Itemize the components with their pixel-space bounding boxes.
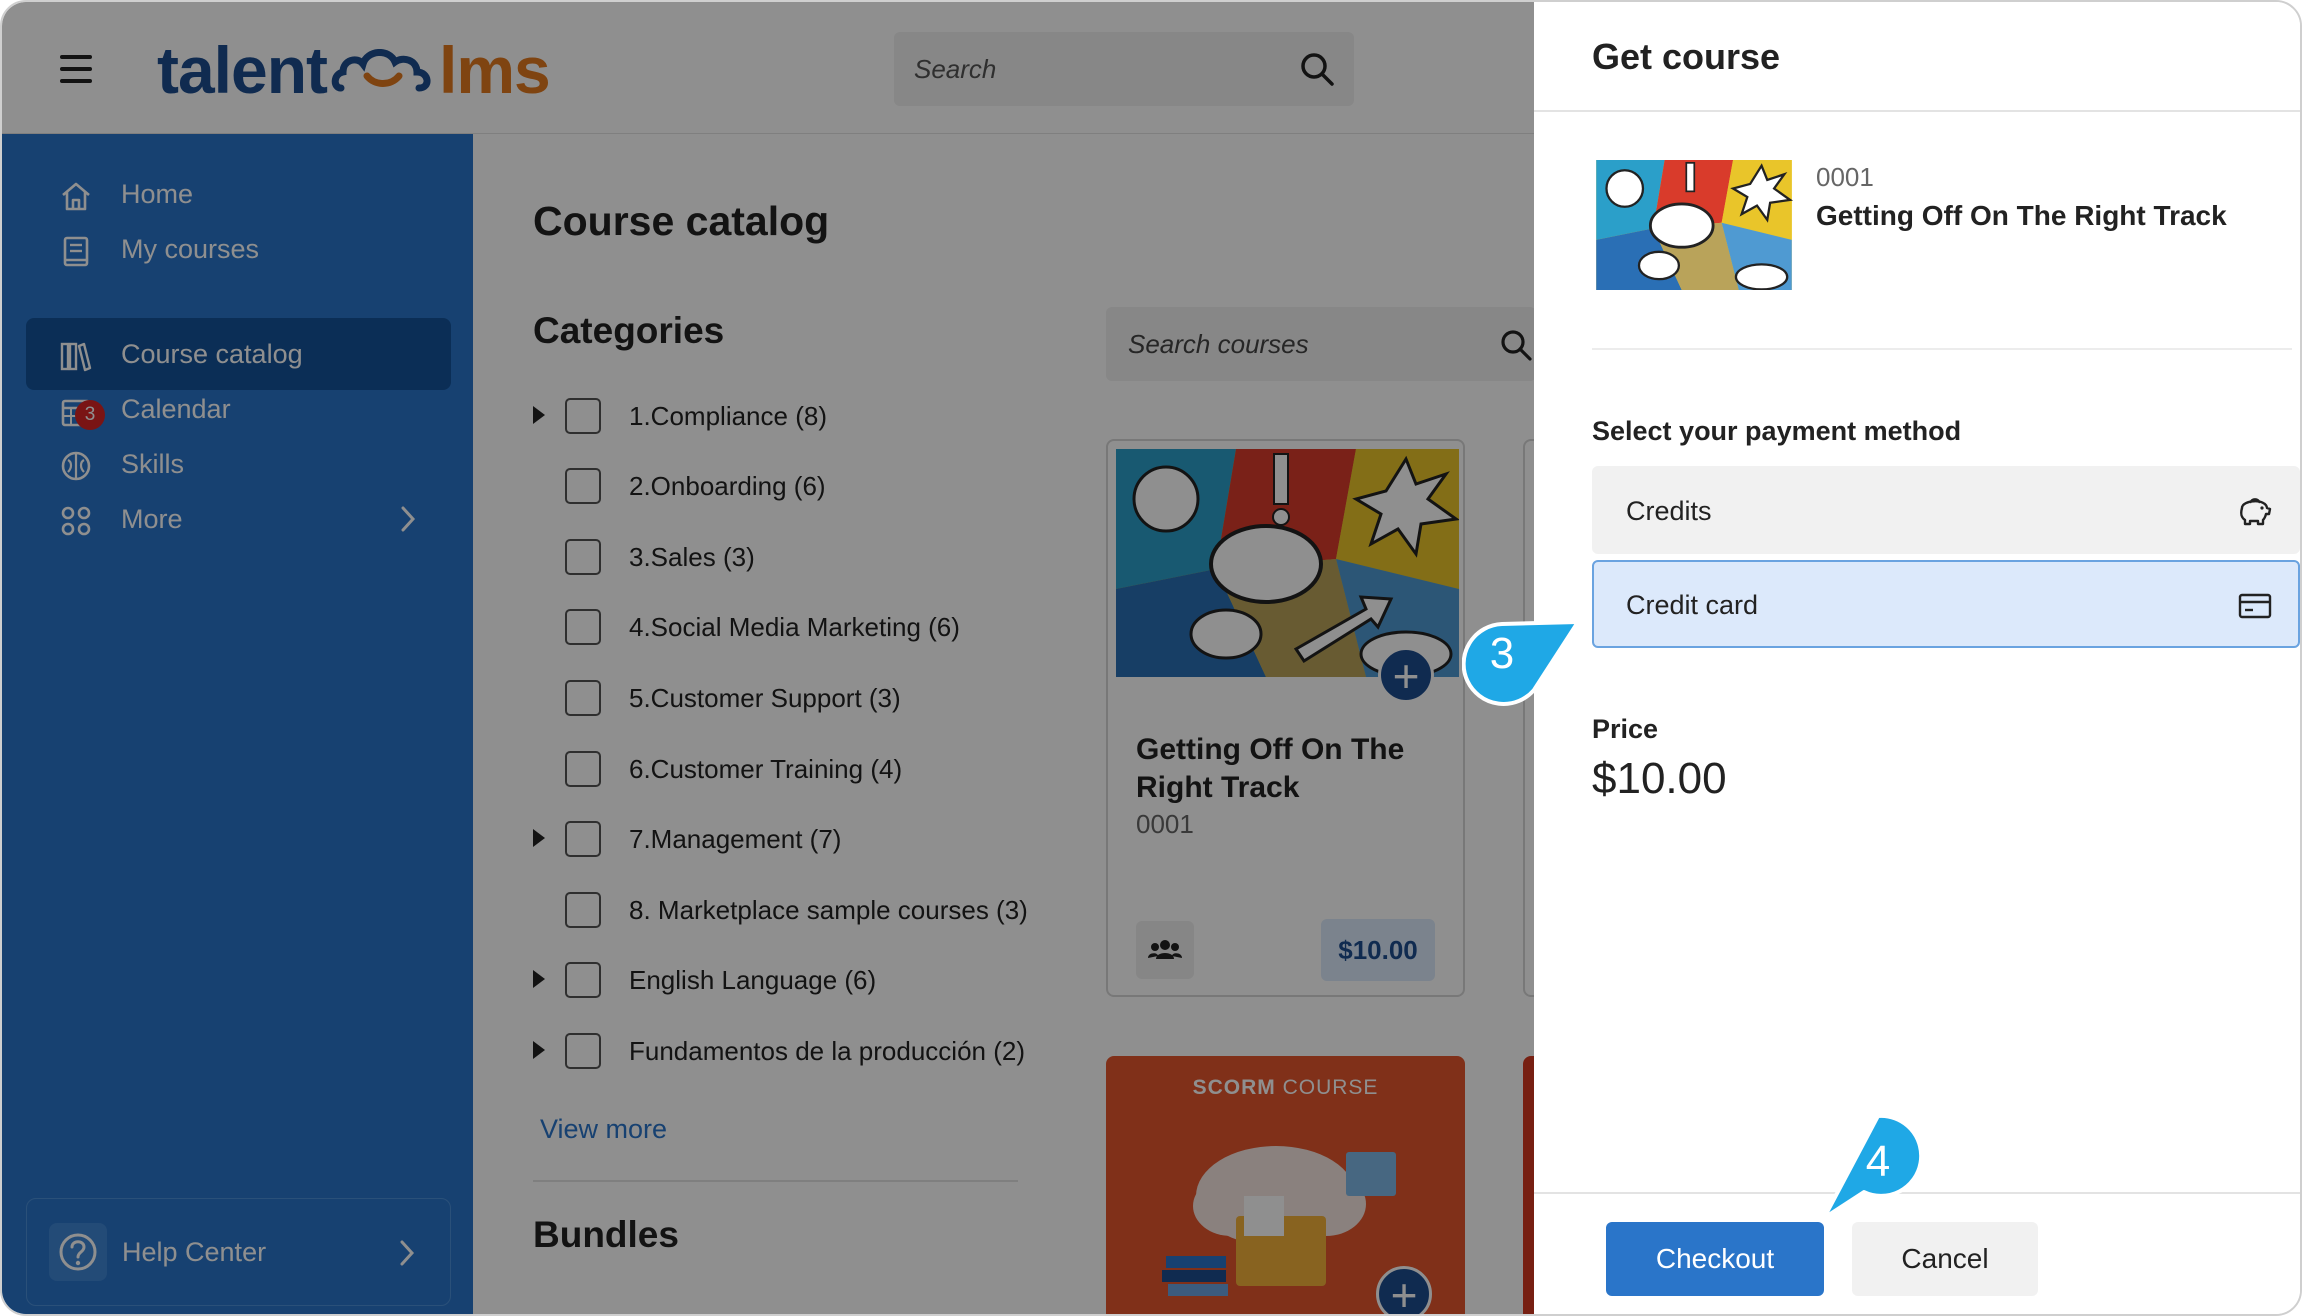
payment-option-label: Credit card — [1626, 590, 1759, 620]
step-callout-4-number: 4 — [1865, 1137, 1891, 1186]
step-callout-3-number: 3 — [1489, 629, 1515, 678]
price-value: $10.00 — [1592, 754, 1727, 803]
price-label: Price — [1592, 714, 1659, 744]
course-code: 0001 — [1816, 162, 1874, 192]
credit-card-icon — [2238, 593, 2272, 619]
payment-option-credit-card[interactable]: Credit card — [1592, 560, 2300, 648]
course-thumbnail-image — [1596, 160, 1794, 290]
section-divider — [1592, 348, 2292, 350]
piggy-bank-icon — [2240, 498, 2272, 526]
panel-title: Get course — [1592, 36, 1781, 77]
payment-method-label: Select your payment method — [1592, 416, 1962, 446]
cancel-button[interactable]: Cancel — [1852, 1222, 2038, 1296]
checkout-button[interactable]: Checkout — [1606, 1222, 1824, 1296]
lms-app: talent lms Home — [2, 2, 1563, 1314]
payment-option-label: Credits — [1626, 496, 1712, 526]
modal-backdrop-overlay[interactable] — [2, 2, 1534, 1314]
payment-option-credits[interactable]: Credits — [1592, 466, 2300, 554]
panel-header-divider — [1534, 110, 2300, 112]
app-window: talent lms Home — [0, 0, 2302, 1316]
course-name: Getting Off On The Right Track — [1816, 200, 2227, 231]
